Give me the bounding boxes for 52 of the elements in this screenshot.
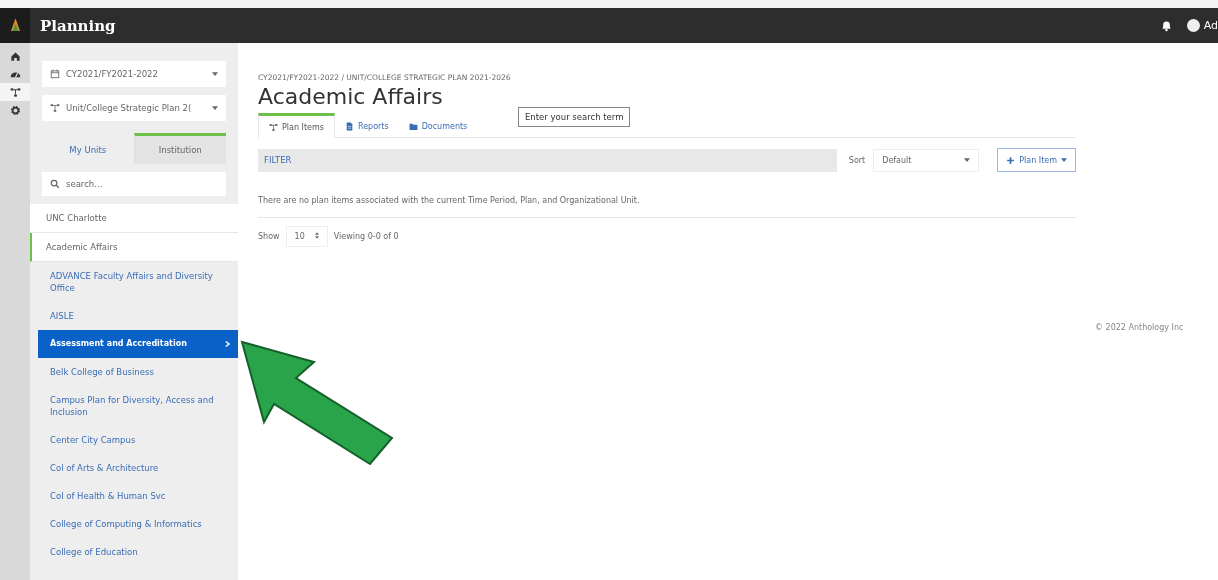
unit-list-item[interactable]: College of Computing & Informatics <box>38 510 238 538</box>
caret-icon <box>212 106 218 110</box>
unit-tab[interactable]: My Units <box>42 133 134 164</box>
unit-list-item[interactable]: Col of Arts & Architecture <box>38 454 238 482</box>
empty-message: There are no plan items associated with the current Time Period, Plan, and Organizational Unit. <box>258 196 641 205</box>
unit-list-item[interactable]: Center City Campus <box>38 426 238 454</box>
sitemap-icon <box>269 122 278 132</box>
folder-icon <box>408 122 418 131</box>
sitemap-icon <box>50 103 60 113</box>
copyright-text: © 2022 Anthology Inc <box>1095 323 1184 332</box>
unit-tab[interactable]: Institution <box>133 133 226 164</box>
content-tab[interactable]: Reports <box>334 113 399 137</box>
unit-list-item[interactable]: Col of Health & Human Svc <box>38 482 238 510</box>
settings-icon[interactable] <box>9 104 21 116</box>
app-title: Planning <box>40 16 117 35</box>
plus-icon <box>1006 155 1016 165</box>
user-name[interactable]: Ad <box>1203 19 1218 32</box>
sort-dropdown[interactable]: Default <box>873 148 980 172</box>
unit-list-item[interactable]: Campus Plan for Diversity, Access and Inclusion <box>38 386 238 426</box>
document-icon <box>344 122 354 131</box>
search-field[interactable]: search... <box>42 172 226 196</box>
unit-list-item[interactable]: Academic Affairs <box>30 233 238 262</box>
caret-icon <box>314 232 319 239</box>
caret-icon <box>964 158 971 162</box>
add-plan-item-button[interactable]: Plan Item <box>997 148 1076 172</box>
tooltip: Enter your search term <box>518 107 631 127</box>
viewing-count: Viewing 0-0 of 0 <box>333 232 399 241</box>
unit-list-item[interactable]: AISLE <box>38 302 238 330</box>
content-tab[interactable]: Documents <box>398 113 478 137</box>
caret-icon <box>212 72 218 76</box>
unit-list-item[interactable]: College of Education <box>38 538 238 566</box>
content-tab[interactable]: Plan Items <box>258 113 335 138</box>
flame-logo-icon[interactable] <box>10 18 20 33</box>
show-label: Show <box>258 232 280 241</box>
sitemap-icon[interactable] <box>9 86 21 98</box>
unit-list-item[interactable]: UNC Charlotte <box>30 204 238 233</box>
chevron-icon <box>225 340 230 348</box>
filter-bar[interactable]: FILTER <box>258 148 837 172</box>
search-placeholder: search... <box>66 179 103 189</box>
sort-label: Sort <box>848 155 866 165</box>
period-dropdown[interactable]: CY2021/FY2021-2022 <box>42 61 226 87</box>
unit-list-item[interactable]: ADVANCE Faculty Affairs and Diversity Office <box>38 262 238 302</box>
page-title: Academic Affairs <box>258 84 444 109</box>
calendar-icon <box>50 69 60 79</box>
caret-icon <box>1061 158 1067 162</box>
plan-dropdown[interactable]: Unit/College Strategic Plan 2( <box>42 95 226 121</box>
unit-list-item[interactable]: Belk College of Business <box>38 358 238 386</box>
avatar-icon[interactable] <box>1186 19 1200 32</box>
home-icon[interactable] <box>9 50 21 62</box>
unit-list-item[interactable]: Assessment and Accreditation <box>38 330 238 358</box>
search-icon <box>50 179 60 189</box>
page-size-dropdown[interactable]: 10 <box>285 226 328 247</box>
